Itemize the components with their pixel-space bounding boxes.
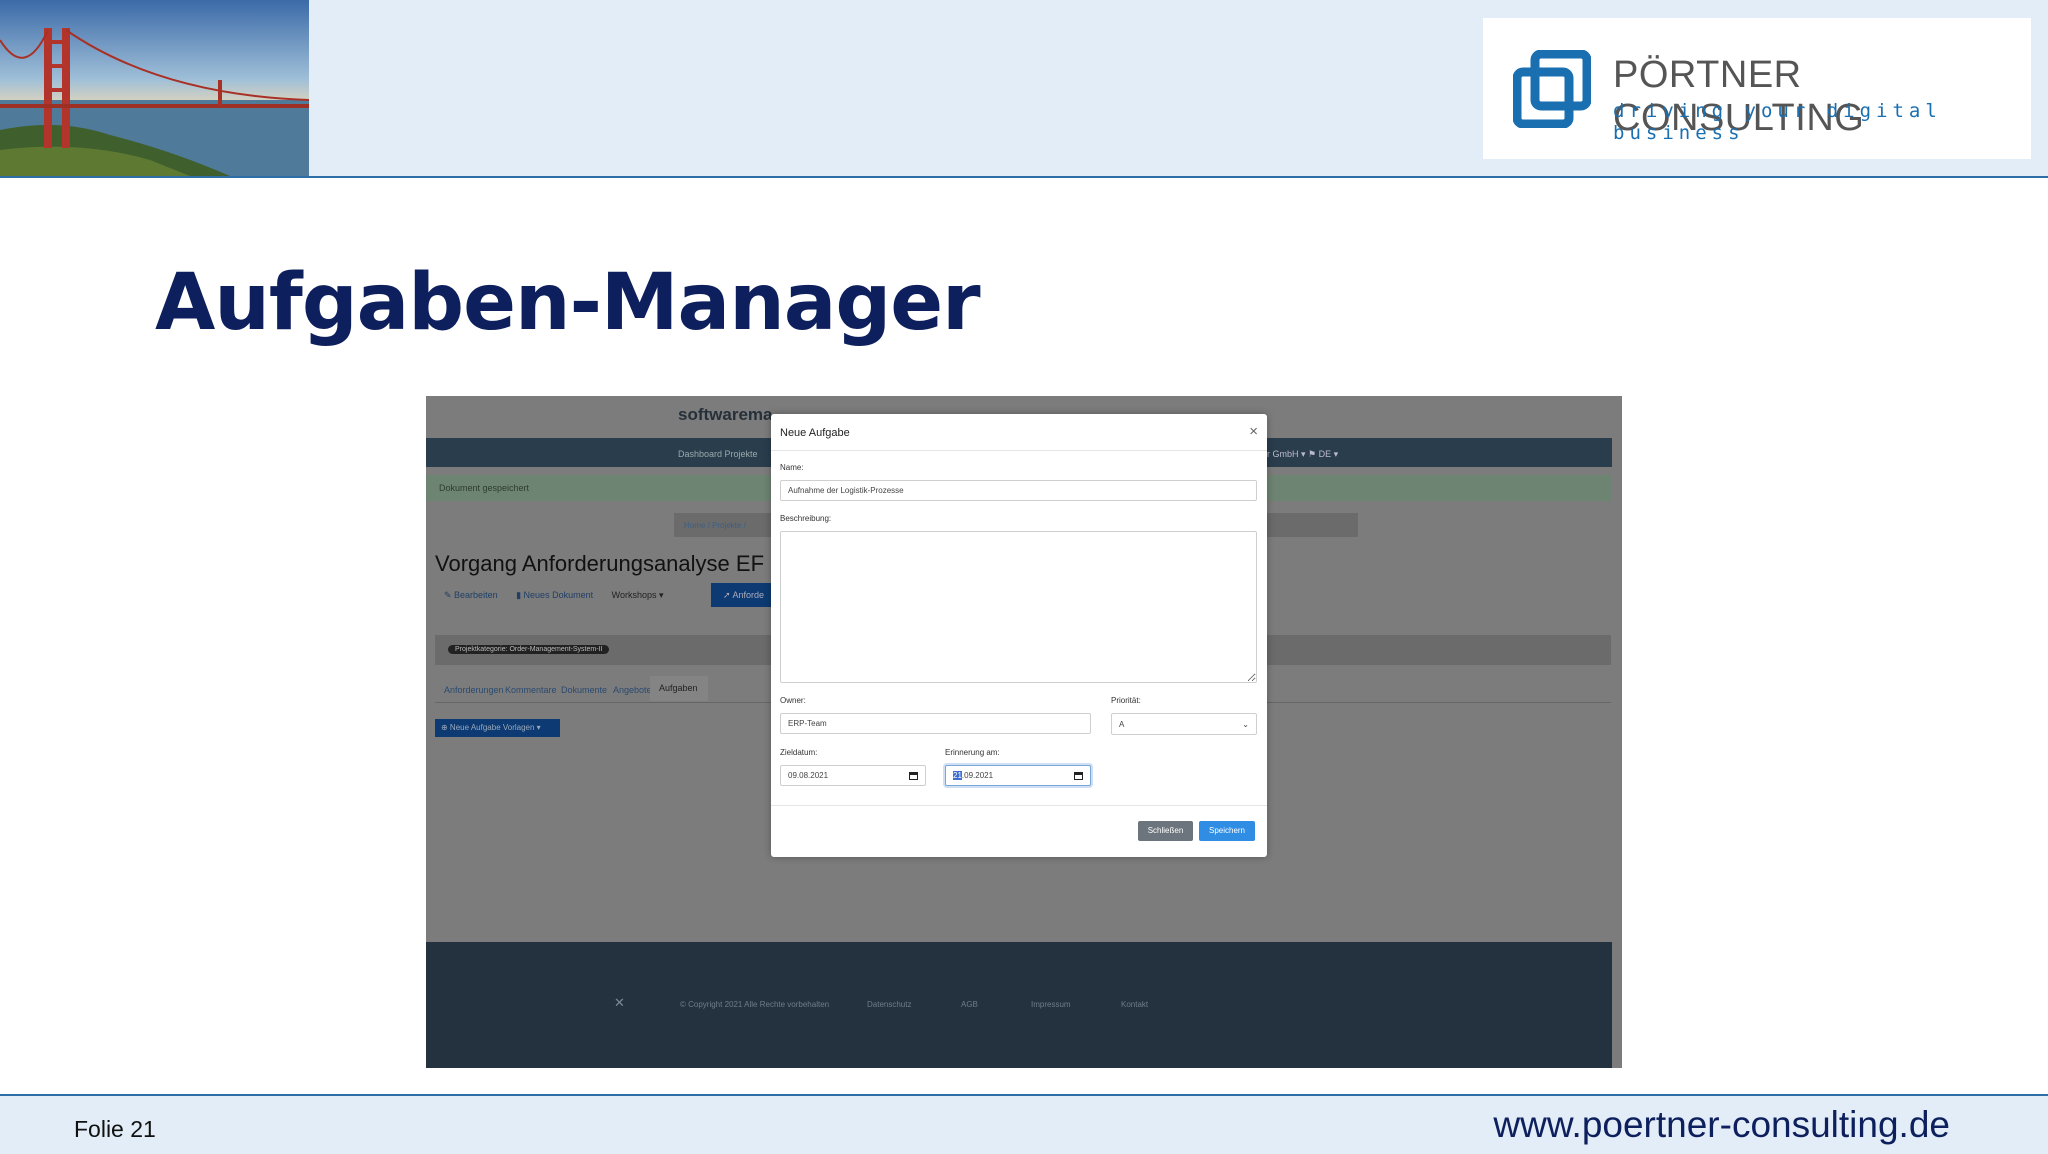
reminder-date-input[interactable]: 21.09.2021 (945, 765, 1091, 786)
footer-contact-link[interactable]: Kontakt (1121, 1000, 1148, 1009)
footer-imprint-link[interactable]: Impressum (1031, 1000, 1071, 1009)
nav-menu-right[interactable]: er GmbH ▾ ⚑ DE ▾ (1262, 449, 1338, 460)
action-bar: ✎ Bearbeiten ▮ Neues Dokument Workshops … (444, 590, 679, 601)
priority-select[interactable]: A ⌄ (1111, 713, 1257, 735)
website-url: www.poertner-consulting.de (1493, 1104, 1950, 1145)
description-label: Beschreibung: (780, 514, 832, 523)
edit-link[interactable]: ✎ Bearbeiten (444, 590, 498, 600)
reminder-label: Erinnerung am: (945, 748, 1000, 757)
description-textarea[interactable] (780, 531, 1257, 683)
footer-copyright: © Copyright 2021 Alle Rechte vorbehalten (680, 1000, 830, 1009)
slide-title: Aufgaben-Manager (155, 258, 981, 348)
workshops-dropdown[interactable]: Workshops ▾ (612, 590, 664, 600)
reminder-day-selected: 21 (953, 771, 962, 780)
company-logo: PÖRTNER CONSULTING driving your digital … (1483, 18, 2031, 159)
modal-header-divider (771, 450, 1267, 451)
modal-footer-divider (771, 805, 1267, 806)
calendar-icon[interactable] (909, 771, 918, 780)
slide-header-band: PÖRTNER CONSULTING driving your digital … (0, 0, 2048, 178)
name-label: Name: (780, 463, 804, 472)
close-icon[interactable]: × (1249, 423, 1258, 440)
reminder-date-rest: .09.2021 (961, 771, 994, 780)
due-date-input[interactable]: 09.08.2021 (780, 765, 926, 786)
app-brand-logo: softwarema (678, 405, 773, 424)
priority-label: Priorität: (1111, 696, 1141, 705)
owner-label: Owner: (780, 696, 806, 705)
logo-tagline: driving your digital business (1613, 100, 1942, 144)
breadcrumb-links[interactable]: Home / Projekte / (684, 521, 746, 530)
due-date-value: 09.08.2021 (788, 771, 829, 780)
logo-mark-icon (1513, 50, 1591, 128)
save-button[interactable]: Speichern (1199, 821, 1255, 841)
footer-terms-link[interactable]: AGB (961, 1000, 978, 1009)
page-heading: Vorgang Anforderungsanalyse EF (435, 551, 765, 576)
footer-privacy-link[interactable]: Datenschutz (867, 1000, 911, 1009)
alert-text: Dokument gespeichert (439, 483, 530, 493)
tab-kommentare[interactable]: Kommentare (505, 685, 557, 695)
close-button[interactable]: Schließen (1138, 821, 1193, 841)
tab-dokumente[interactable]: Dokumente (561, 685, 607, 695)
calendar-icon[interactable] (1074, 771, 1083, 780)
new-document-link[interactable]: ▮ Neues Dokument (516, 590, 593, 600)
category-badge: Projektkategorie: Order-Management-Syste… (448, 645, 610, 654)
slide-footer-band: Folie 21 www.poertner-consulting.de (0, 1094, 2048, 1154)
slide-number: Folie 21 (74, 1116, 156, 1142)
tab-angebote[interactable]: Angebote (613, 685, 652, 695)
name-input[interactable] (780, 480, 1257, 501)
modal-title: Neue Aufgabe (780, 427, 850, 439)
xing-icon[interactable]: ✕ (614, 995, 625, 1011)
nav-menu-left[interactable]: Dashboard Projekte (678, 449, 758, 459)
owner-input[interactable] (780, 713, 1091, 734)
app-screenshot: softwarema Dashboard Projekte er GmbH ▾ … (426, 396, 1622, 1068)
tab-anforderungen[interactable]: Anforderungen (444, 685, 504, 695)
golden-gate-photo (0, 0, 309, 176)
chevron-down-icon: ⌄ (1242, 719, 1249, 729)
reminder-date-value: 21.09.2021 (953, 771, 993, 780)
due-date-label: Zieldatum: (780, 748, 818, 757)
priority-value: A (1119, 719, 1125, 729)
app-footer: ✕ © Copyright 2021 Alle Rechte vorbehalt… (426, 942, 1612, 1068)
new-task-modal: Neue Aufgabe × Name: Beschreibung: Owner… (771, 414, 1267, 857)
tab-aufgaben[interactable]: Aufgaben (650, 676, 708, 701)
new-task-button[interactable]: ⊕ Neue Aufgabe Vorlagen ▾ (435, 719, 560, 737)
